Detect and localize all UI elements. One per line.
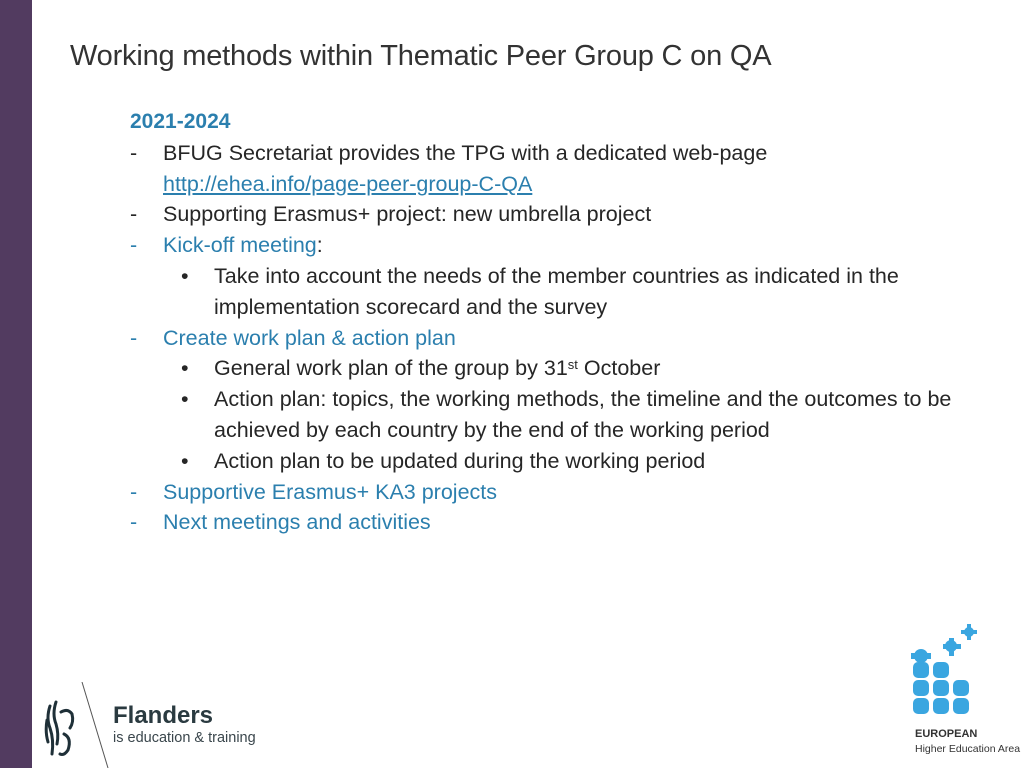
sub-item-text: General work plan of the group by 31 [214,356,568,381]
slide-title: Working methods within Thematic Peer Gro… [70,40,772,72]
sub-item: • General work plan of the group by 31st… [130,353,990,384]
period-heading: 2021-2024 [130,110,231,133]
sub-item-text: Action plan: topics, the working methods… [214,387,952,442]
bullet-marker: • [181,263,189,288]
bullet-marker: • [181,356,189,381]
dash-marker: - [130,510,138,535]
slide-body: 2021-2024 - BFUG Secretariat provides th… [130,107,990,538]
sub-item: • Action plan to be updated during the w… [130,446,990,477]
sub-item: • Take into account the needs of the mem… [130,261,990,323]
dash-marker: - [130,233,138,258]
dash-marker: - [130,325,138,350]
item-text: Create work plan & action plan [163,325,456,350]
list-item-next-meetings: - Next meetings and activities [130,507,990,538]
sub-item-text-end: October [577,356,661,381]
ehea-line1: EUROPEAN [915,728,978,740]
sub-item-text: Action plan to be updated during the wor… [214,448,706,473]
ordinal-suffix: st [567,357,578,373]
dash-marker: - [130,479,138,504]
item-text: Supporting Erasmus+ project: new umbrell… [163,202,652,227]
dash-marker: - [130,202,138,227]
item-suffix: : [316,233,323,258]
peer-group-link[interactable]: http://ehea.info/page-peer-group-C-QA [163,172,532,196]
list-item-web-page: - BFUG Secretariat provides the TPG with… [130,138,990,200]
divider-line [81,682,109,768]
flanders-logo: Flanders is education & training [40,682,265,768]
bullet-marker: • [181,387,189,412]
item-text: Supportive Erasmus+ KA3 projects [163,479,498,504]
bullet-marker: • [181,448,189,473]
flanders-name: Flanders [113,702,214,729]
list-item-kick-off: - Kick-off meeting: [130,230,990,261]
list-item-work-plan: - Create work plan & action plan [130,323,990,354]
item-text: Kick-off meeting [163,233,317,258]
flanders-tagline: is education & training [113,730,256,746]
side-accent-bar [0,0,32,768]
ehea-puzzle-icon [911,624,977,714]
dash-marker: - [130,140,138,165]
list-item-ka3-projects: - Supportive Erasmus+ KA3 projects [130,477,990,508]
ehea-line2: Higher Education Area [915,743,1021,755]
ehea-logo: EUROPEAN Higher Education Area [905,620,1024,760]
item-text: Next meetings and activities [163,510,431,535]
list-item-erasmus-project: - Supporting Erasmus+ project: new umbre… [130,199,990,230]
sub-item-text: Take into account the needs of the membe… [214,263,899,319]
flemish-lion-icon [44,700,75,756]
item-text: BFUG Secretariat provides the TPG with a… [163,140,768,165]
sub-item: • Action plan: topics, the working metho… [130,384,990,446]
